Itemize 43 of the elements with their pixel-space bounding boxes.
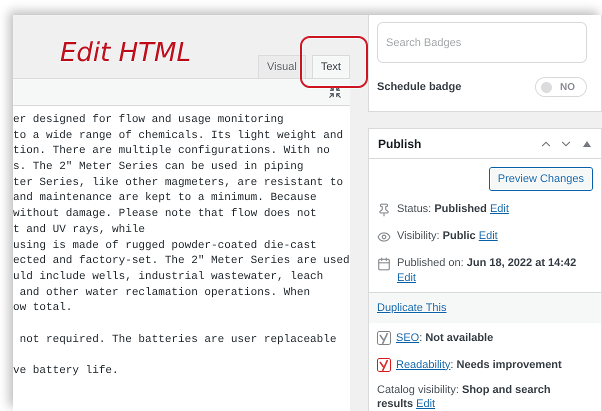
collapse-icon[interactable]: [328, 85, 342, 99]
code-line: s. The 2" Meter Series can be used in piping: [13, 160, 304, 176]
code-line: using is made of rugged powder-coated die-cast: [13, 238, 318, 254]
publish-info: Published on: Jun 18, 2022 at 14:42 Edit: [397, 256, 578, 286]
catalog-visibility: Catalog visibility: Shop and search results Edit: [377, 383, 552, 411]
toggle-switch[interactable]: NO: [535, 77, 587, 97]
duplicate-link[interactable]: Duplicate This: [377, 300, 446, 316]
analysis-link[interactable]: SEO: [396, 332, 420, 344]
search-field[interactable]: Search Badges: [377, 22, 587, 63]
calendar-icon: [377, 257, 391, 271]
code-line: without damage. Please note that flow does not: [13, 207, 318, 222]
code-line: and other water reclamation operations. When: [18, 286, 312, 301]
code-line: er designed for flow and usage monitoring: [13, 113, 285, 128]
editor-tab[interactable]: Text: [312, 55, 350, 78]
schedule-label: Schedule badge: [377, 80, 462, 95]
code-line: not required. The batteries are user replaceable: [18, 332, 338, 348]
code-line: uld include wells, industrial wastewater, leach: [13, 270, 324, 285]
code-line: and maintenance are kept to a minimum. Because: [13, 191, 318, 206]
code-line: ected and factory-set. The 2" Meter Series are used: [13, 254, 350, 270]
code-line: ter Series, like other magmeters, are resistant to: [13, 176, 344, 191]
editor-tab[interactable]: Visual: [258, 55, 306, 78]
pin-icon: [377, 203, 391, 217]
edit-link[interactable]: Edit: [416, 398, 436, 410]
publish-info: Visibility: Public Edit: [397, 229, 498, 244]
text-editor[interactable]: [13, 106, 350, 411]
analysis-link[interactable]: Readability: [396, 358, 450, 370]
code-line: t and UV rays, while: [13, 222, 146, 238]
code-line: ow total.: [13, 301, 74, 316]
edit-link[interactable]: Edit: [478, 230, 498, 242]
analysis-info: Readability: Needs improvement: [396, 358, 562, 372]
analysis-info: SEO: Not available: [396, 331, 494, 346]
publish-info: Status: Published Edit: [397, 202, 509, 217]
code-line: ve battery life.: [13, 364, 120, 379]
edit-link[interactable]: Edit: [397, 272, 416, 284]
annotation-text: Edit HTML: [60, 40, 191, 66]
code-line: tion. There are multiple configurations. With no: [13, 144, 331, 160]
edit-link[interactable]: Edit: [490, 203, 509, 215]
panel-title: Publish: [378, 136, 422, 152]
code-line: to a wide range of chemicals. Its light weight and: [13, 128, 344, 144]
eye-icon: [377, 230, 391, 244]
highlight-outline: [300, 36, 368, 88]
triangle-icon[interactable]: [583, 140, 591, 146]
preview-changes-button[interactable]: Preview Changes: [488, 167, 593, 191]
